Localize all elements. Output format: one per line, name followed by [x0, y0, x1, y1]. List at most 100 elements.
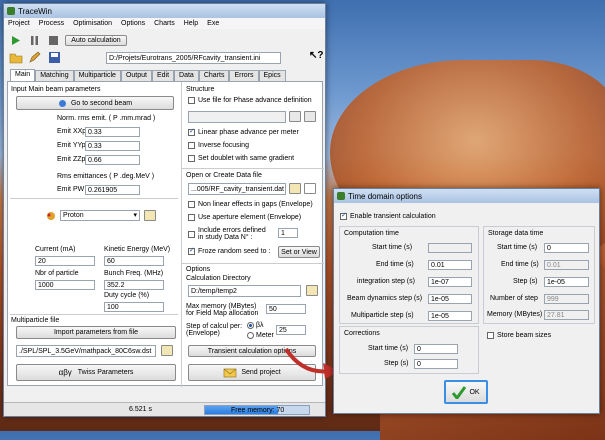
include-errors-checkbox[interactable]: Include errors defined in study Data N° :	[188, 227, 266, 241]
stor-step-field[interactable]: 1e-05	[544, 277, 589, 287]
corr-step-field[interactable]: 0	[414, 359, 458, 369]
pause-icon[interactable]	[29, 35, 40, 48]
linear-phase-checkbox[interactable]: Linear phase advance per meter	[188, 127, 299, 136]
menu-exe[interactable]: Exe	[207, 20, 219, 27]
phase-file-view-icon[interactable]	[304, 111, 316, 122]
include-errors-label: Include errors defined in study Data N° :	[198, 227, 266, 241]
nonlinear-box[interactable]	[188, 201, 195, 208]
step-calcul-label: Step of calcul per: (Envelope)	[186, 323, 242, 337]
tab-errors[interactable]: Errors	[229, 70, 259, 81]
edit-icon[interactable]	[28, 51, 42, 66]
corr-start-label: Start time (s)	[368, 345, 409, 352]
inverse-focusing-label: Inverse focusing	[198, 142, 249, 149]
store-beam-sizes-box[interactable]	[487, 332, 494, 339]
store-beam-sizes-checkbox[interactable]: Store beam sizes	[487, 332, 551, 339]
linear-phase-box[interactable]	[188, 127, 195, 136]
inverse-focusing-checkbox[interactable]: Inverse focusing	[188, 142, 249, 149]
open-folder-icon[interactable]	[9, 51, 23, 66]
doublet-checkbox[interactable]: Set doublet with same gradient	[188, 155, 294, 162]
emit-zzp-field[interactable]: 0.66	[85, 155, 140, 165]
particle-settings-icon[interactable]	[144, 210, 156, 221]
multiparticle-path-field[interactable]: ./SPL/SPL_3.5GeV/mathpack_80C6sw.dst	[16, 345, 156, 357]
project-path-field[interactable]: D:/Projets/Eurotrans_2005/RFcavity_trans…	[106, 52, 281, 64]
help-cursor-icon[interactable]: ↖?	[309, 50, 324, 61]
multiparticle-step-field[interactable]: 1e-05	[428, 311, 472, 321]
memory-label: Free memory: 70	[231, 407, 285, 414]
menu-charts[interactable]: Charts	[154, 20, 175, 27]
menu-process[interactable]: Process	[39, 20, 64, 27]
errors-study-field[interactable]: 1	[278, 228, 298, 238]
use-file-checkbox[interactable]: Use file for Phase advance definition	[188, 97, 312, 104]
save-icon[interactable]	[48, 51, 62, 66]
nbr-particle-field[interactable]: 1000	[35, 280, 95, 290]
data-file-open-icon[interactable]	[289, 183, 301, 194]
doublet-box[interactable]	[188, 155, 195, 162]
storage-group: Storage data time Start time (s) 0 End t…	[483, 226, 595, 324]
emit-yyp-field[interactable]: 0.33	[85, 141, 140, 151]
step-meter-dot[interactable]	[247, 332, 254, 339]
particle-select[interactable]: Proton ▾	[60, 210, 140, 221]
step-bl-radio[interactable]: βλ	[247, 322, 264, 329]
calc-dir-field[interactable]: D:/temp/temp2	[188, 285, 301, 297]
step-calcul-line-1: Step of calcul per:	[186, 323, 243, 330]
data-file-field[interactable]: ...005/RF_cavity_transient.dat	[188, 183, 286, 195]
twiss-parameters-button[interactable]: αβγ Twiss Parameters	[16, 364, 176, 381]
tab-main[interactable]: Main	[10, 69, 36, 81]
import-parameters-button[interactable]: Import parameters from file	[16, 326, 176, 339]
step-meter-radio[interactable]: Meter	[247, 332, 274, 339]
nonlinear-checkbox[interactable]: Non linear effects in gaps (Envelope)	[188, 201, 313, 208]
bunch-freq-field[interactable]: 352.2	[104, 280, 164, 290]
enable-transient-checkbox[interactable]: Enable transient calculation	[340, 211, 436, 220]
emit-pw-field[interactable]: 0.261905	[85, 185, 140, 195]
aperture-box[interactable]	[188, 214, 195, 221]
aperture-checkbox[interactable]: Use aperture element (Envelope)	[188, 214, 301, 221]
stop-icon[interactable]	[48, 35, 59, 48]
emit-xxp-field[interactable]: 0.33	[85, 127, 140, 137]
current-field[interactable]: 20	[35, 256, 95, 266]
enable-transient-box[interactable]	[340, 211, 347, 220]
include-errors-box[interactable]	[188, 230, 195, 238]
menu-options[interactable]: Options	[121, 20, 145, 27]
play-icon[interactable]	[10, 35, 21, 48]
phase-file-open-icon[interactable]	[289, 111, 301, 122]
tab-multiparticle[interactable]: Multiparticle	[73, 70, 121, 81]
auto-calculation-button[interactable]: Auto calculation	[65, 35, 127, 46]
duty-cycle-field[interactable]: 100	[104, 302, 164, 312]
open-dst-icon[interactable]	[161, 345, 173, 356]
integration-step-field[interactable]: 1e-07	[428, 277, 472, 287]
use-file-box[interactable]	[188, 97, 195, 104]
phase-file-field[interactable]	[188, 111, 286, 123]
tab-matching[interactable]: Matching	[35, 70, 74, 81]
chevron-down-icon: ▾	[133, 212, 137, 219]
calc-dir-open-icon[interactable]	[306, 285, 318, 296]
multiparticle-step-label: Multiparticle step (s)	[351, 312, 414, 319]
ok-button[interactable]: OK	[444, 380, 488, 404]
corr-start-field[interactable]: 0	[414, 344, 458, 354]
froze-seed-checkbox[interactable]: Froze random seed to :	[188, 246, 270, 255]
tab-data[interactable]: Data	[174, 70, 199, 81]
tab-edit[interactable]: Edit	[151, 70, 175, 81]
status-bar: 6.521 s Free memory: 70	[4, 402, 325, 416]
tab-charts[interactable]: Charts	[198, 70, 230, 81]
comp-end-field[interactable]: 0.01	[428, 260, 472, 270]
inverse-focusing-box[interactable]	[188, 142, 195, 149]
data-file-view-icon[interactable]	[304, 183, 316, 194]
title-bar: TraceWin	[4, 4, 325, 18]
menu-optimisation[interactable]: Optimisation	[73, 20, 112, 27]
tab-epics[interactable]: Epics	[258, 70, 286, 81]
beam-dynamics-step-field[interactable]: 1e-05	[428, 294, 472, 304]
menu-project[interactable]: Project	[8, 20, 30, 27]
step-bl-dot[interactable]	[247, 322, 254, 329]
comp-end-label: End time (s)	[376, 261, 414, 268]
tab-output[interactable]: Output	[120, 70, 152, 81]
froze-seed-box[interactable]	[188, 246, 195, 255]
set-or-view-button[interactable]: Set or View	[278, 246, 320, 258]
step-field[interactable]: 25	[276, 325, 306, 335]
stor-end-field[interactable]: 0.01	[544, 260, 589, 270]
comp-start-field[interactable]	[428, 243, 472, 253]
kinetic-energy-field[interactable]: 60	[104, 256, 164, 266]
max-memory-field[interactable]: 50	[266, 304, 306, 314]
menu-help[interactable]: Help	[184, 20, 198, 27]
go-second-beam-button[interactable]: Go to second beam	[16, 96, 174, 110]
stor-start-field[interactable]: 0	[544, 243, 589, 253]
